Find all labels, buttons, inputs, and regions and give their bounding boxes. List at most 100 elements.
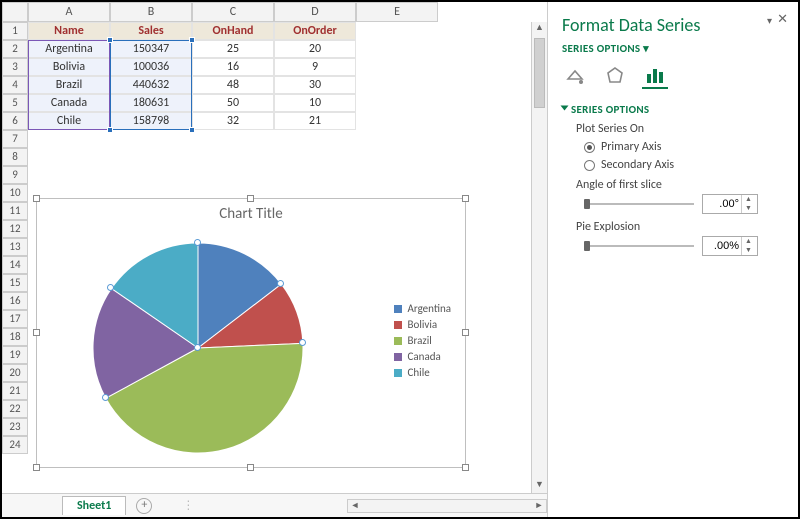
cell-A2[interactable]: Argentina (28, 40, 110, 58)
select-all-corner[interactable] (2, 2, 28, 22)
col-header-E[interactable]: E (356, 2, 438, 22)
spin-down-icon[interactable]: ▼ (742, 246, 755, 255)
cell-grid[interactable]: Name Sales OnHand OnOrder Argentina 1503… (28, 22, 547, 493)
chart-resize-handle[interactable] (462, 195, 469, 202)
cell-C4[interactable]: 48 (192, 76, 274, 94)
chart-resize-handle[interactable] (462, 464, 469, 471)
cell-A6[interactable]: Chile (28, 112, 110, 130)
row-header-11[interactable]: 11 (2, 202, 28, 220)
col-header-B[interactable]: B (110, 2, 192, 22)
legend-item[interactable]: Brazil (394, 334, 451, 347)
radio-secondary-axis[interactable]: Secondary Axis (584, 158, 784, 172)
vertical-scrollbar[interactable]: ▲ ▼ (531, 22, 547, 493)
row-header-4[interactable]: 4 (2, 76, 28, 94)
pin-icon[interactable]: ▾ (767, 14, 772, 27)
chart-resize-handle[interactable] (33, 464, 40, 471)
explosion-input[interactable]: ▲▼ (702, 236, 758, 256)
explosion-input-field[interactable] (703, 239, 741, 253)
series-select-handle[interactable] (194, 344, 201, 351)
range-handle[interactable] (107, 127, 113, 133)
fill-line-icon[interactable] (562, 63, 588, 89)
series-options-icon[interactable] (642, 63, 668, 89)
row-header-8[interactable]: 8 (2, 148, 28, 166)
radio-primary-axis[interactable]: Primary Axis (584, 140, 784, 154)
row-header-15[interactable]: 15 (2, 274, 28, 292)
cell-B5[interactable]: 180631 (110, 94, 192, 112)
cell-B1[interactable]: Sales (110, 22, 192, 40)
cell-A4[interactable]: Brazil (28, 76, 110, 94)
cell-C6[interactable]: 32 (192, 112, 274, 130)
range-handle[interactable] (189, 127, 195, 133)
pane-menu[interactable]: SERIES OPTIONS ▾ (562, 42, 784, 55)
row-header-17[interactable]: 17 (2, 310, 28, 328)
cell-B6[interactable]: 158798 (110, 112, 192, 130)
new-sheet-button[interactable]: + (136, 498, 152, 514)
row-header-23[interactable]: 23 (2, 418, 28, 436)
chart-object[interactable]: Chart Title Argentina Bolivia Brazil Canada… (36, 198, 466, 468)
range-handle[interactable] (107, 37, 113, 43)
chart-title[interactable]: Chart Title (37, 205, 465, 223)
row-header-14[interactable]: 14 (2, 256, 28, 274)
cell-A3[interactable]: Bolivia (28, 58, 110, 76)
col-header-C[interactable]: C (192, 2, 274, 22)
row-header-2[interactable]: 2 (2, 40, 28, 58)
cell-C1[interactable]: OnHand (192, 22, 274, 40)
cell-B4[interactable]: 440632 (110, 76, 192, 94)
row-header-18[interactable]: 18 (2, 328, 28, 346)
cell-A1[interactable]: Name (28, 22, 110, 40)
row-header-24[interactable]: 24 (2, 436, 28, 454)
close-icon[interactable]: ✕ (777, 12, 788, 27)
cell-B2[interactable]: 150347 (110, 40, 192, 58)
cell-D5[interactable]: 10 (274, 94, 356, 112)
section-series-options[interactable]: SERIES OPTIONS (562, 103, 784, 116)
row-header-22[interactable]: 22 (2, 400, 28, 418)
row-header-5[interactable]: 5 (2, 94, 28, 112)
row-header-1[interactable]: 1 (2, 22, 28, 40)
cell-D3[interactable]: 9 (274, 58, 356, 76)
row-header-16[interactable]: 16 (2, 292, 28, 310)
row-header-13[interactable]: 13 (2, 238, 28, 256)
col-header-A[interactable]: A (28, 2, 110, 22)
row-header-19[interactable]: 19 (2, 346, 28, 364)
row-header-10[interactable]: 10 (2, 184, 28, 202)
range-handle[interactable] (189, 37, 195, 43)
legend-item[interactable]: Chile (394, 366, 451, 379)
scroll-up-icon[interactable]: ▲ (532, 22, 547, 36)
effects-icon[interactable] (602, 63, 628, 89)
chart-resize-handle[interactable] (33, 195, 40, 202)
series-select-handle[interactable] (102, 394, 109, 401)
cell-C5[interactable]: 50 (192, 94, 274, 112)
row-header-9[interactable]: 9 (2, 166, 28, 184)
row-header-21[interactable]: 21 (2, 382, 28, 400)
scroll-right-icon[interactable]: ► (532, 500, 546, 512)
horizontal-scrollbar[interactable]: ◄ ► (347, 499, 547, 513)
row-header-6[interactable]: 6 (2, 112, 28, 130)
cell-C2[interactable]: 25 (192, 40, 274, 58)
cell-D1[interactable]: OnOrder (274, 22, 356, 40)
cell-D4[interactable]: 30 (274, 76, 356, 94)
scroll-down-icon[interactable]: ▼ (532, 479, 547, 493)
legend-item[interactable]: Canada (394, 350, 451, 363)
explosion-slider[interactable] (584, 239, 694, 253)
chart-legend[interactable]: Argentina Bolivia Brazil Canada Chile (394, 299, 451, 382)
row-header-3[interactable]: 3 (2, 58, 28, 76)
chart-resize-handle[interactable] (247, 464, 254, 471)
legend-item[interactable]: Argentina (394, 302, 451, 315)
legend-item[interactable]: Bolivia (394, 318, 451, 331)
cell-D2[interactable]: 20 (274, 40, 356, 58)
row-header-7[interactable]: 7 (2, 130, 28, 148)
cell-B3[interactable]: 100036 (110, 58, 192, 76)
chart-resize-handle[interactable] (462, 329, 469, 336)
row-header-20[interactable]: 20 (2, 364, 28, 382)
spin-down-icon[interactable]: ▼ (742, 204, 755, 213)
cell-C3[interactable]: 16 (192, 58, 274, 76)
row-header-12[interactable]: 12 (2, 220, 28, 238)
angle-input[interactable]: ▲▼ (702, 194, 758, 214)
chart-resize-handle[interactable] (247, 195, 254, 202)
cell-D6[interactable]: 21 (274, 112, 356, 130)
angle-input-field[interactable] (703, 197, 741, 211)
scroll-left-icon[interactable]: ◄ (348, 500, 362, 512)
sheet-tab-1[interactable]: Sheet1 (62, 496, 126, 515)
col-header-D[interactable]: D (274, 2, 356, 22)
cell-A5[interactable]: Canada (28, 94, 110, 112)
